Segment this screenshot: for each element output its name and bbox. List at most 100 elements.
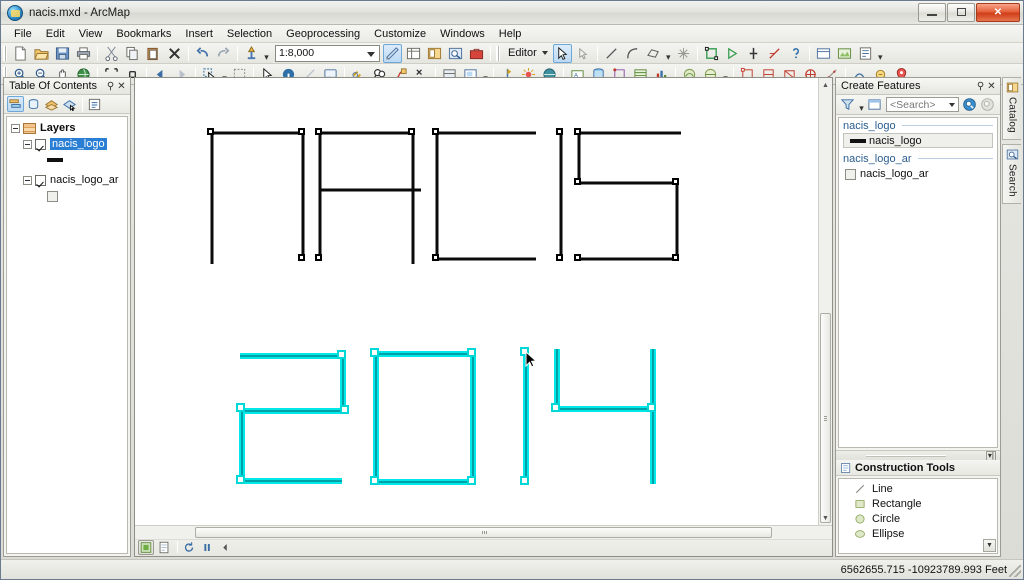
vertex-handle[interactable] [206,127,214,135]
map-scale-combo[interactable]: 1:8,000 [275,44,380,62]
polygon-symbol-icon[interactable] [47,190,58,202]
create-features-close-icon[interactable]: ✕ [986,81,997,92]
vertex-handle[interactable] [431,127,439,135]
toc-layer-nacis-logo-ar[interactable]: nacis_logo_ar [9,172,125,188]
toc-autohide-pin-icon[interactable]: ⚲ [105,81,116,92]
expander-icon[interactable] [11,123,20,133]
editor-toolbar-overflow[interactable]: ▾ [876,44,885,63]
menu-selection[interactable]: Selection [220,26,279,42]
data-view-button[interactable] [138,539,154,555]
pause-drawing-button[interactable] [199,540,215,555]
vertex-handle[interactable] [466,475,476,485]
construction-tool-rectangle[interactable]: Rectangle [839,496,997,511]
vertex-handle[interactable] [431,253,439,261]
vertex-handle[interactable] [573,127,581,135]
sketch-properties-icon[interactable] [814,44,833,63]
vertex-handle[interactable] [555,127,563,135]
construction-tool-line[interactable]: Line [839,481,997,496]
map-canvas[interactable] [135,78,818,525]
vertex-handle[interactable] [519,475,529,485]
list-by-drawing-order-icon[interactable] [7,96,24,112]
save-icon[interactable] [53,44,72,63]
construction-tool-circle[interactable]: Circle [839,511,997,526]
toc-layer-tree[interactable]: Layers nacis_logo nacis_logo_ar [6,116,128,554]
search-icon[interactable] [961,97,978,113]
editor-toolbar-icon[interactable] [383,43,402,63]
search-window-icon[interactable] [446,44,465,63]
filter-icon[interactable] [839,97,856,113]
horizontal-scroll-thumb[interactable] [195,527,772,538]
menu-help[interactable]: Help [492,26,529,42]
rotate-tool-icon[interactable] [765,44,784,63]
menu-insert[interactable]: Insert [178,26,220,42]
editor-menu-button[interactable]: Editor [503,46,552,60]
vertex-handle[interactable] [235,474,245,484]
dock-tab-catalog[interactable]: Catalog [1002,77,1021,140]
vertex-handle[interactable] [671,253,679,261]
vertex-handle[interactable] [369,347,379,357]
feature-template-nacis-logo-ar[interactable]: nacis_logo_ar [839,166,997,182]
vertex-handle[interactable] [671,177,679,185]
filter-dropdown-icon[interactable]: ▾ [857,95,866,114]
create-features-window-icon[interactable] [835,44,854,63]
split-tool-icon[interactable] [744,44,763,63]
construction-tools-list[interactable]: Line Rectangle Circle Ellipse ▼ [838,478,998,554]
edit-sketch-properties-icon[interactable] [856,44,875,63]
vertex-handle[interactable] [339,404,349,414]
layer-visibility-checkbox[interactable] [35,174,46,186]
vertex-handle[interactable] [314,127,322,135]
clear-search-icon[interactable] [979,97,996,113]
feature-templates-list[interactable]: nacis_logo nacis_logo nacis_logo_ar naci… [838,117,998,448]
construction-tool-ellipse[interactable]: Ellipse [839,526,997,541]
delete-icon[interactable] [165,44,184,63]
vertex-handle[interactable] [336,349,346,359]
toc-root-layers[interactable]: Layers [9,120,125,136]
reshape-feature-icon[interactable] [723,44,742,63]
trace-icon[interactable] [644,44,663,63]
vertex-handle[interactable] [466,347,476,357]
edit-tool-icon[interactable] [552,43,572,63]
toolbox-icon[interactable] [467,44,486,63]
map-horizontal-scrollbar[interactable] [135,526,832,540]
scroll-up-button[interactable]: ▲ [819,78,832,92]
vertex-handle[interactable] [555,253,563,261]
attributes-icon[interactable] [786,44,805,63]
vertex-handle[interactable] [407,127,415,135]
layout-view-button[interactable] [156,540,172,555]
undo-icon[interactable] [193,44,212,63]
maximize-button[interactable] [947,2,975,22]
minimize-button[interactable] [918,2,946,22]
panel-splitter[interactable]: ▾| [836,450,1000,461]
endpoint-arc-icon[interactable] [623,44,642,63]
redo-icon[interactable] [214,44,233,63]
expander-icon[interactable] [23,139,32,149]
vertical-scroll-thumb[interactable] [820,313,831,523]
list-by-visibility-icon[interactable] [43,96,60,112]
chevron-down-icon[interactable] [367,51,375,57]
vertex-handle[interactable] [573,177,581,185]
list-by-selection-icon[interactable] [61,96,78,112]
line-symbol-icon[interactable] [47,158,63,162]
menu-edit[interactable]: Edit [39,26,72,42]
vertex-handle[interactable] [573,253,581,261]
menu-customize[interactable]: Customize [367,26,433,42]
list-by-source-icon[interactable] [25,96,42,112]
create-features-search-input[interactable]: <Search> [886,97,959,112]
create-features-autohide-pin-icon[interactable]: ⚲ [975,81,986,92]
copy-icon[interactable] [123,44,142,63]
layer-visibility-checkbox[interactable] [35,138,46,150]
menu-bookmarks[interactable]: Bookmarks [109,26,178,42]
splitter-collapse-icon[interactable]: ▾| [985,450,996,461]
expander-icon[interactable] [23,175,32,185]
organize-templates-icon[interactable] [866,97,883,113]
vertex-handle[interactable] [646,402,656,412]
close-button[interactable]: ✕ [976,2,1020,22]
point-icon[interactable] [674,44,693,63]
menu-view[interactable]: View [72,26,110,42]
add-data-icon[interactable] [242,44,261,63]
refresh-view-button[interactable] [181,540,197,555]
edit-annotation-icon[interactable] [574,44,593,63]
map-vertical-scrollbar[interactable]: ▲ ▼ [818,78,832,525]
vertex-handle[interactable] [314,253,322,261]
feature-template-nacis-logo[interactable]: nacis_logo [843,133,993,148]
